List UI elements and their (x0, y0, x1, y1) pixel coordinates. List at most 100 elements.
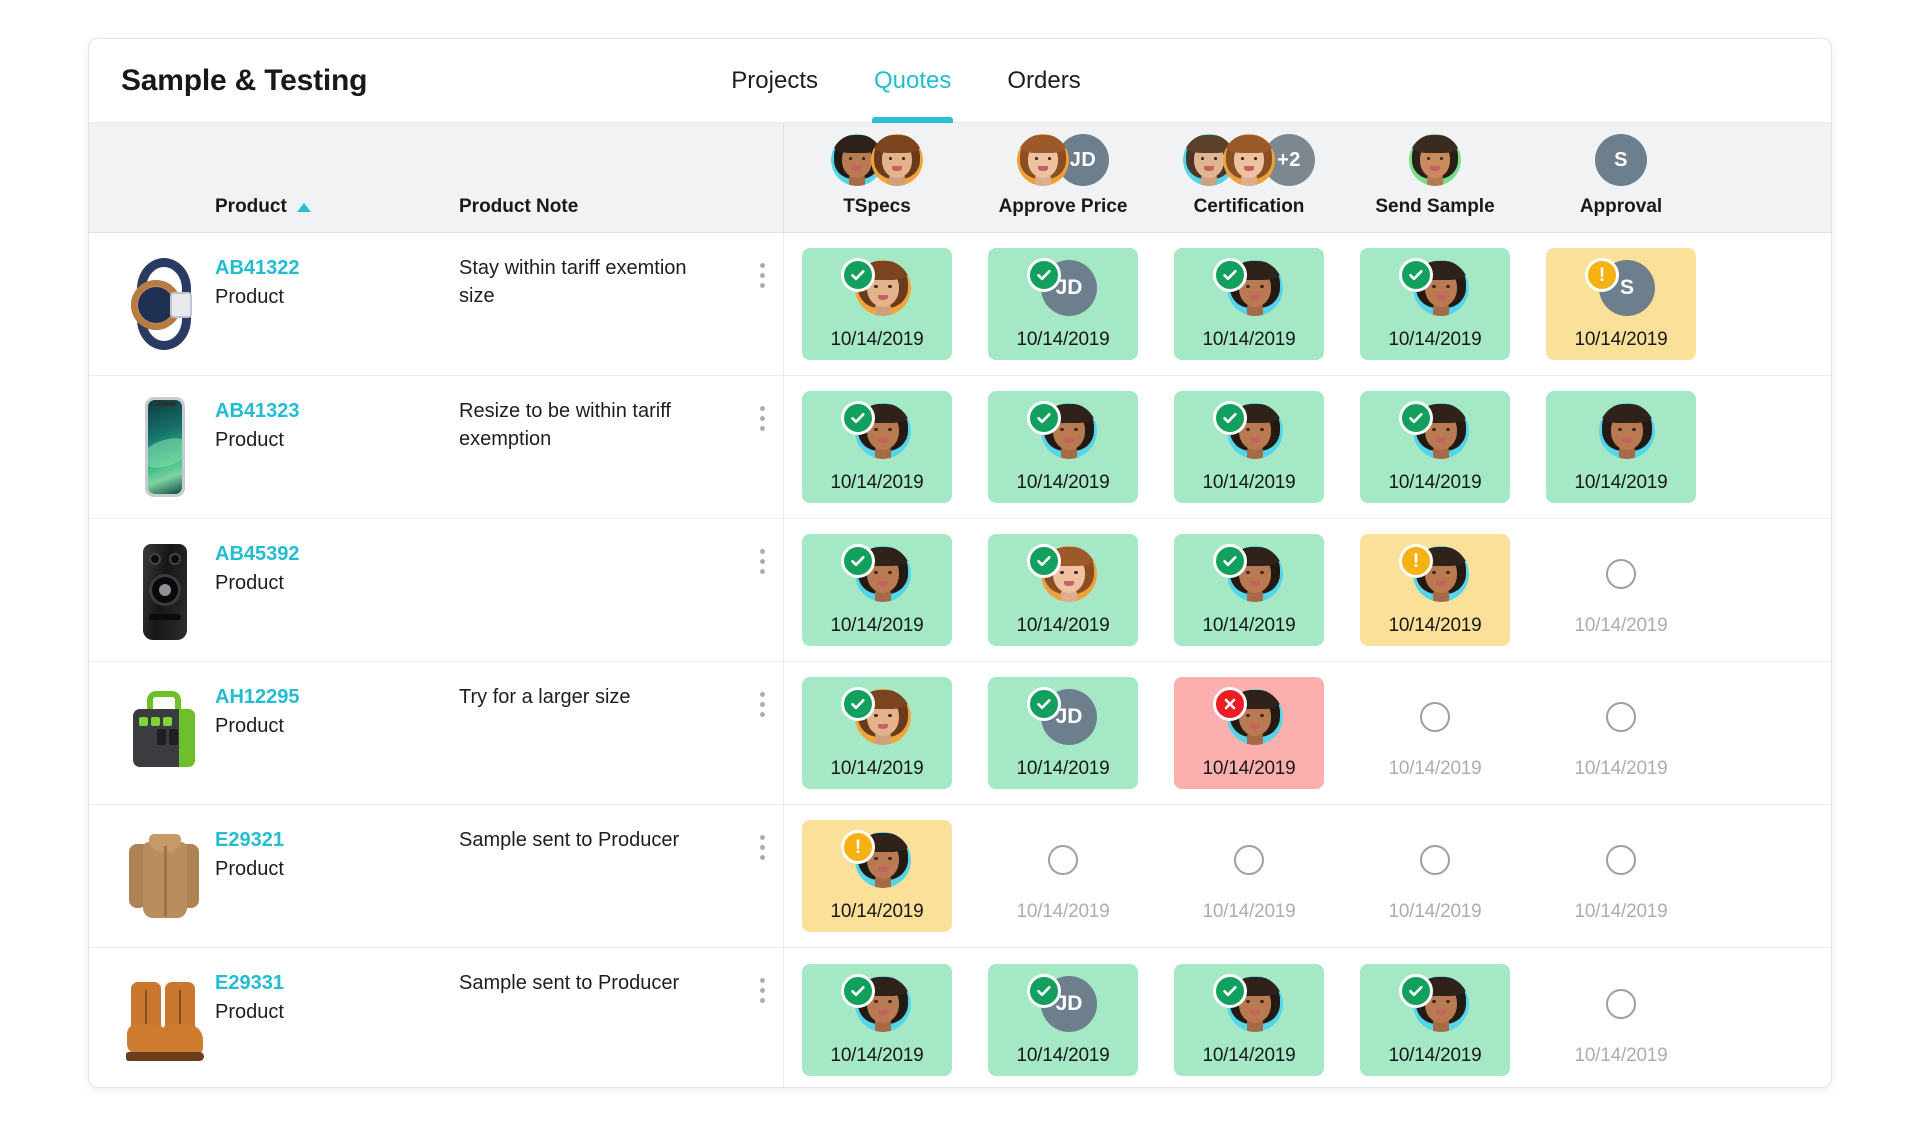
status-chip[interactable]: 10/14/2019 (1360, 963, 1510, 1076)
product-id-link[interactable]: AH12295 (215, 684, 459, 710)
table-row[interactable]: AB41322 Product Stay within tariff exemtio… (89, 233, 1831, 376)
tab-projects[interactable]: Projects (703, 39, 846, 123)
product-id-link[interactable]: E29331 (215, 970, 459, 996)
empty-status-icon[interactable] (1420, 702, 1450, 732)
tab-orders[interactable]: Orders (979, 39, 1108, 123)
stage-cell[interactable]: 10/14/2019 (1528, 376, 1714, 518)
column-header-product[interactable]: Product (89, 123, 459, 232)
column-header-stage[interactable]: S Approval (1528, 123, 1714, 232)
table-row[interactable]: 10:38 AB41323 Product Resize to be within t… (89, 376, 1831, 519)
status-chip[interactable]: 10/14/2019 (1174, 963, 1324, 1076)
avatar[interactable] (1017, 134, 1069, 186)
stage-cell[interactable]: 10/14/2019 (1342, 233, 1528, 375)
status-chip[interactable]: 10/14/2019 (1546, 534, 1696, 646)
stage-cell[interactable]: 10/14/2019 (784, 376, 970, 518)
empty-status-icon[interactable] (1606, 845, 1636, 875)
stage-cell[interactable]: JD 10/14/2019 (970, 233, 1156, 375)
empty-status-icon[interactable] (1234, 845, 1264, 875)
status-chip[interactable]: 10/14/2019 (988, 820, 1138, 932)
status-chip[interactable]: 10/14/2019 (1546, 391, 1696, 503)
table-row[interactable]: AB45392 Product 10/14/2019 10/14/2019 10/14/… (89, 519, 1831, 662)
status-chip[interactable]: ! 10/14/2019 (1360, 534, 1510, 646)
stage-cell[interactable]: 10/14/2019 (1156, 233, 1342, 375)
status-chip[interactable]: 10/14/2019 (1174, 677, 1324, 789)
stage-cell[interactable]: 10/14/2019 (1528, 948, 1714, 1087)
status-chip[interactable]: 10/14/2019 (802, 248, 952, 360)
row-menu-icon[interactable] (759, 688, 765, 804)
status-chip[interactable]: 10/14/2019 (1174, 391, 1324, 503)
stage-cell[interactable]: ! 10/14/2019 (1342, 519, 1528, 661)
stage-cell[interactable]: ! 10/14/2019 (784, 805, 970, 947)
stage-cell[interactable]: JD 10/14/2019 (970, 662, 1156, 804)
stage-cell[interactable]: 10/14/2019 (784, 519, 970, 661)
status-chip[interactable]: 10/14/2019 (802, 677, 952, 789)
status-chip[interactable]: 10/14/2019 (1174, 248, 1324, 360)
status-chip[interactable]: 10/14/2019 (1174, 820, 1324, 932)
stage-cell[interactable]: 10/14/2019 (1156, 519, 1342, 661)
row-menu-icon[interactable] (759, 831, 765, 947)
stage-cell[interactable]: 10/14/2019 (1342, 376, 1528, 518)
status-chip[interactable]: 10/14/2019 (988, 391, 1138, 503)
stage-cell[interactable]: 10/14/2019 (1528, 805, 1714, 947)
column-header-stage[interactable]: +2 Certification (1156, 123, 1342, 232)
table-row[interactable]: E29321 Product Sample sent to Producer! 10/… (89, 805, 1831, 948)
stage-cell[interactable]: 10/14/2019 (784, 662, 970, 804)
table-row[interactable]: AH12295 Product Try for a larger size 10/14… (89, 662, 1831, 805)
empty-status-icon[interactable] (1606, 559, 1636, 589)
row-menu-icon[interactable] (759, 974, 765, 1087)
status-chip[interactable]: 10/14/2019 (802, 391, 952, 503)
status-chip[interactable]: 10/14/2019 (1360, 391, 1510, 503)
row-menu-icon[interactable] (759, 402, 765, 518)
status-chip[interactable]: S! 10/14/2019 (1546, 248, 1696, 360)
status-chip[interactable]: 10/14/2019 (1174, 534, 1324, 646)
product-id-link[interactable]: AB45392 (215, 541, 459, 567)
avatar-initials[interactable]: S (1595, 134, 1647, 186)
stage-cell[interactable]: 10/14/2019 (970, 519, 1156, 661)
stage-cell[interactable]: 10/14/2019 (970, 376, 1156, 518)
status-chip[interactable]: JD 10/14/2019 (988, 963, 1138, 1076)
status-chip[interactable]: 10/14/2019 (988, 534, 1138, 646)
product-id-link[interactable]: AB41323 (215, 398, 459, 424)
column-header-product-note[interactable]: Product Note (459, 123, 783, 232)
stage-cell[interactable]: S! 10/14/2019 (1528, 233, 1714, 375)
empty-status-icon[interactable] (1606, 702, 1636, 732)
stage-cell[interactable]: 10/14/2019 (1342, 805, 1528, 947)
status-chip[interactable]: 10/14/2019 (802, 963, 952, 1076)
status-chip[interactable]: ! 10/14/2019 (802, 820, 952, 932)
stage-cell[interactable]: 10/14/2019 (1528, 662, 1714, 804)
column-header-stage[interactable]: JD Approve Price (970, 123, 1156, 232)
tab-quotes[interactable]: Quotes (846, 39, 979, 123)
row-menu-icon[interactable] (759, 259, 765, 375)
status-chip[interactable]: JD 10/14/2019 (988, 248, 1138, 360)
status-chip[interactable]: 10/14/2019 (1546, 964, 1696, 1076)
empty-status-icon[interactable] (1420, 845, 1450, 875)
stage-cell[interactable]: JD 10/14/2019 (970, 948, 1156, 1087)
stage-cell[interactable]: 10/14/2019 (1156, 376, 1342, 518)
status-chip[interactable]: JD 10/14/2019 (988, 677, 1138, 789)
status-chip[interactable]: 10/14/2019 (802, 534, 952, 646)
product-id-link[interactable]: E29321 (215, 827, 459, 853)
empty-status-icon[interactable] (1606, 988, 1636, 1019)
stage-cell[interactable]: 10/14/2019 (1156, 948, 1342, 1087)
status-chip[interactable]: 10/14/2019 (1360, 248, 1510, 360)
avatar[interactable] (1409, 134, 1461, 186)
stage-cell[interactable]: 10/14/2019 (1342, 948, 1528, 1087)
avatar[interactable] (1223, 134, 1275, 186)
status-chip[interactable]: 10/14/2019 (1360, 820, 1510, 932)
product-id-link[interactable]: AB41322 (215, 255, 459, 281)
status-chip[interactable]: 10/14/2019 (1546, 677, 1696, 789)
stage-cell[interactable]: 10/14/2019 (1528, 519, 1714, 661)
stage-cell[interactable]: 10/14/2019 (1342, 662, 1528, 804)
stage-cell[interactable]: 10/14/2019 (1156, 662, 1342, 804)
table-row[interactable]: E29331 Product Sample sent to Producer 10/1… (89, 948, 1831, 1087)
column-header-stage[interactable]: Send Sample (1342, 123, 1528, 232)
avatar[interactable] (871, 134, 923, 186)
status-chip[interactable]: 10/14/2019 (1360, 677, 1510, 789)
stage-cell[interactable]: 10/14/2019 (1156, 805, 1342, 947)
stage-cell[interactable]: 10/14/2019 (784, 948, 970, 1087)
stage-cell[interactable]: 10/14/2019 (970, 805, 1156, 947)
stage-cell[interactable]: 10/14/2019 (784, 233, 970, 375)
row-menu-icon[interactable] (759, 545, 765, 661)
sort-ascending-icon[interactable] (296, 202, 311, 212)
empty-status-icon[interactable] (1048, 845, 1078, 875)
